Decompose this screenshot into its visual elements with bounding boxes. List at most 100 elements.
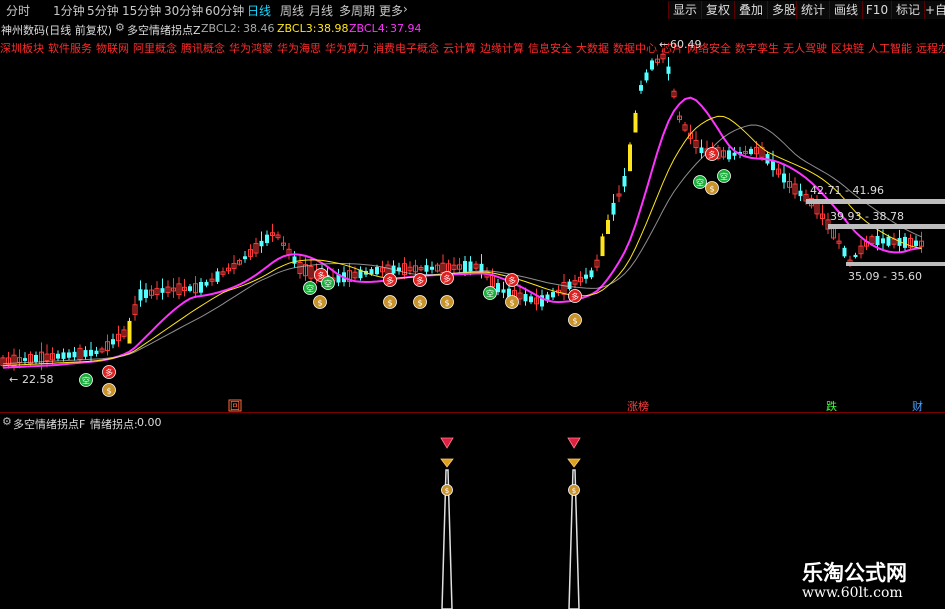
- range-label-1: 42.71 - 41.96: [810, 184, 884, 197]
- candle-body: [914, 240, 918, 246]
- candle-body: [523, 294, 528, 302]
- high-price-label: ←: [659, 38, 668, 51]
- candle-body: [501, 289, 506, 293]
- candle-body: [567, 281, 572, 289]
- signal-kong-label: 空: [696, 178, 704, 188]
- candle-body: [94, 350, 99, 355]
- candle-body: [732, 152, 737, 156]
- candle-body: [127, 320, 132, 344]
- sub-chart-header: ⚙ 多空情绪拐点F 情绪拐点: 0.00: [0, 414, 945, 431]
- signal-money-label: $: [509, 299, 514, 308]
- candle-body: [903, 236, 907, 248]
- candle-body: [34, 354, 38, 362]
- event-marker-first-label: 回: [230, 401, 240, 413]
- candle-body: [243, 256, 247, 260]
- candle-body: [424, 265, 429, 272]
- candle-body: [589, 270, 594, 278]
- candle-body: [606, 219, 610, 234]
- signal-kong-label: 空: [720, 172, 728, 182]
- signal-duo-label: 多: [416, 276, 424, 286]
- candle-body: [633, 112, 638, 133]
- signal-money-label: $: [444, 299, 449, 308]
- diamond-top-icon: [440, 437, 454, 449]
- candle-body: [551, 291, 555, 298]
- candle-body: [215, 271, 220, 282]
- candle-body: [56, 353, 60, 359]
- candle-body: [496, 283, 500, 293]
- candle-body: [628, 144, 632, 172]
- candle-body: [666, 66, 671, 74]
- sub-indicator-value: 0.00: [137, 416, 162, 429]
- panel-divider[interactable]: [0, 412, 945, 413]
- low-price-label: ←: [9, 373, 18, 386]
- signal-duo-label: 多: [386, 276, 394, 286]
- candle-body: [369, 269, 374, 275]
- sub-settings-gear-icon[interactable]: ⚙: [2, 415, 12, 428]
- candle-body: [204, 281, 209, 286]
- candle-body: [61, 352, 66, 359]
- money-bag-label: $: [572, 487, 576, 495]
- signal-kong-label: 空: [486, 289, 494, 299]
- high-price-value: 60.49: [670, 38, 702, 51]
- candlestick-chart[interactable]: 空多$多空空$多$多$多$多空$多$空多空$ ← 60.49 ← 22.58 4…: [0, 0, 945, 412]
- candle-body: [259, 240, 264, 247]
- low-price-value: 22.58: [22, 373, 54, 386]
- diamond-mid-icon: [567, 458, 581, 468]
- diamond-mid-icon: [440, 458, 454, 468]
- candle-body: [292, 256, 297, 264]
- range-label-2: 39.93 - 38.78: [830, 210, 904, 223]
- candle-body: [138, 289, 143, 301]
- candle-body: [375, 267, 379, 275]
- moving-averages: [2, 96, 922, 369]
- signal-kong-label: 空: [82, 376, 90, 386]
- candle-body: [144, 289, 148, 299]
- candle-body: [727, 150, 731, 160]
- candle-body: [468, 261, 473, 272]
- ma-line-yellow: [2, 115, 922, 367]
- signal-money-label: $: [572, 317, 577, 326]
- candle-body: [650, 60, 654, 70]
- candle-body: [23, 358, 27, 361]
- candle-body: [644, 72, 649, 81]
- candle-body: [782, 173, 786, 183]
- signal-kong-label: 空: [324, 279, 332, 289]
- candle-body: [160, 288, 165, 293]
- candle-body: [83, 350, 88, 357]
- signal-kong-label: 空: [306, 284, 314, 294]
- candle-body: [188, 286, 192, 291]
- watermark: 乐淘公式网 www.60lt.com: [780, 553, 940, 609]
- candle-body: [529, 296, 533, 303]
- candle-body: [622, 176, 627, 187]
- watermark-url: www.60lt.com: [802, 585, 903, 601]
- event-marker-down[interactable]: 跌: [826, 399, 837, 412]
- candle-body: [699, 147, 704, 154]
- range-band: [806, 199, 945, 204]
- range-label-3: 35.09 - 35.60: [848, 270, 922, 283]
- candle-body: [881, 238, 885, 244]
- ma-line-grey: [2, 124, 922, 365]
- candle-body: [199, 282, 203, 293]
- candle-body: [749, 148, 753, 155]
- watermark-name: 乐淘公式网: [802, 561, 907, 585]
- candle-body: [853, 254, 858, 258]
- range-band: [828, 224, 945, 229]
- candle-body: [600, 236, 605, 257]
- money-bag-label: $: [445, 487, 449, 495]
- candle-body: [265, 234, 269, 244]
- candle-body: [67, 352, 71, 358]
- candle-body: [611, 202, 616, 215]
- signal-duo-label: 多: [105, 368, 113, 378]
- candle-body: [89, 349, 93, 356]
- candle-body: [111, 339, 115, 345]
- candle-body: [463, 261, 467, 273]
- signal-money-label: $: [417, 299, 422, 308]
- candle-body: [798, 190, 803, 197]
- signal-money-label: $: [317, 299, 322, 308]
- signal-duo-label: 多: [443, 274, 451, 284]
- diamond-top-icon: [567, 437, 581, 449]
- event-marker-finance[interactable]: 财: [912, 399, 923, 412]
- candle-body: [875, 235, 880, 246]
- candles: [0, 48, 924, 371]
- candle-body: [584, 274, 588, 279]
- event-marker-limit-up[interactable]: 涨榜: [627, 399, 649, 412]
